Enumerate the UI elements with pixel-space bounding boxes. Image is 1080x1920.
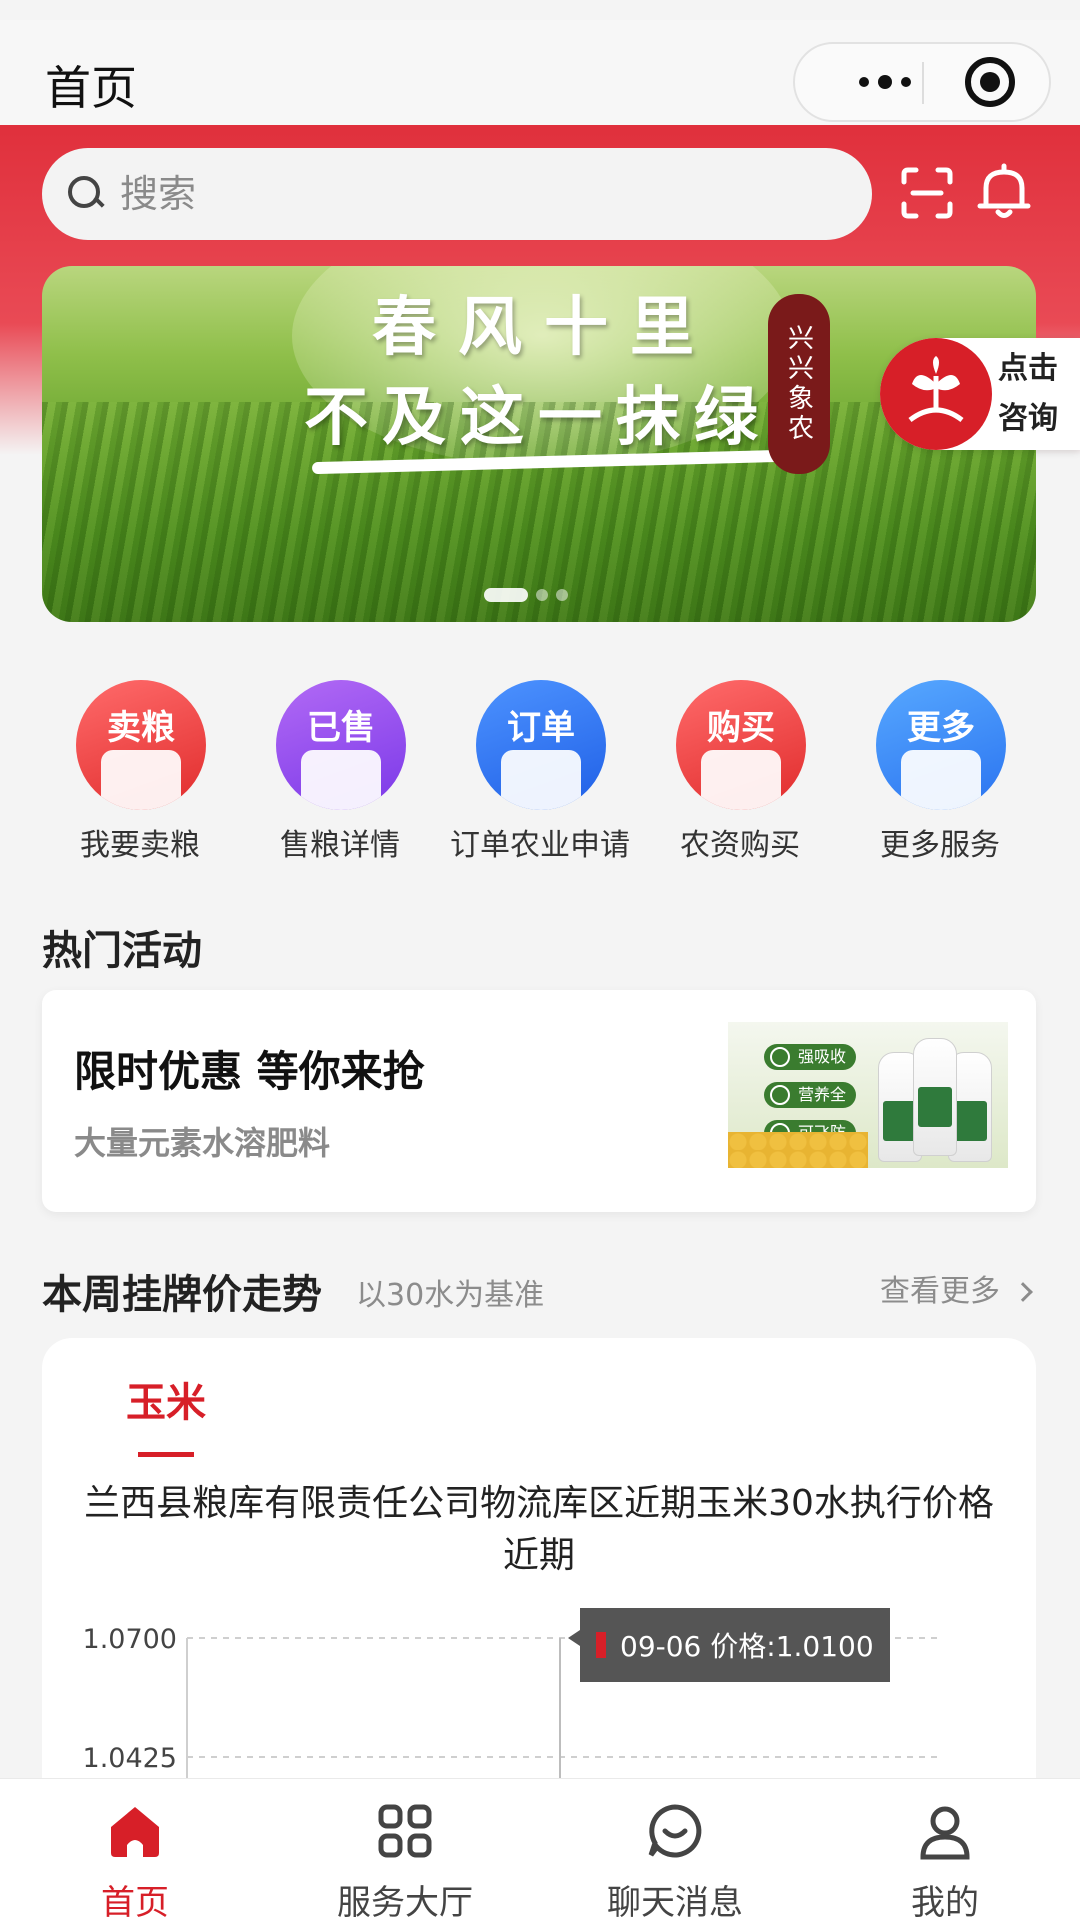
banner-pagination xyxy=(484,588,568,602)
tab-service-hall[interactable]: 服务大厅 xyxy=(270,1779,540,1920)
banner-slogan-line2: 不及这一抹绿 xyxy=(304,380,772,455)
product-tag: 强吸收 xyxy=(764,1044,857,1070)
tab-label: 我的 xyxy=(911,1883,979,1920)
user-icon xyxy=(915,1801,975,1861)
service-more[interactable]: 更多 更多服务 xyxy=(840,680,1040,863)
service-sold-detail[interactable]: 已售 售粮详情 xyxy=(240,680,440,863)
pagination-dot[interactable] xyxy=(536,589,548,601)
sold-detail-icon: 已售 xyxy=(276,680,406,810)
trend-title: 本周挂牌价走势 xyxy=(42,1272,322,1318)
scan-icon[interactable] xyxy=(900,166,954,220)
banner-slogan-line1: 春风十里 xyxy=(372,290,716,365)
view-more-label: 查看更多 xyxy=(880,1274,1000,1309)
top-bar: 首页 xyxy=(0,20,1080,125)
corn-grain-image xyxy=(728,1132,868,1168)
tab-underline xyxy=(138,1452,194,1457)
service-order-apply[interactable]: 订单 订单农业申请 xyxy=(440,680,640,863)
cart-icon: 购买 xyxy=(676,680,806,810)
tab-home[interactable]: 首页 xyxy=(0,1779,270,1920)
tab-corn[interactable]: 玉米 xyxy=(126,1370,206,1428)
product-tag: 营养全 xyxy=(764,1082,857,1108)
page-title: 首页 xyxy=(45,61,137,115)
tab-chat[interactable]: 聊天消息 xyxy=(540,1779,810,1920)
close-target-icon[interactable] xyxy=(965,57,1015,107)
promo-title: 限时优惠 等你来抢 xyxy=(74,1047,425,1096)
home-icon xyxy=(105,1801,165,1861)
service-label: 订单农业申请 xyxy=(450,828,630,863)
tab-mine[interactable]: 我的 xyxy=(810,1779,1080,1920)
search-input[interactable] xyxy=(120,172,820,216)
chart-title: 兰西县粮库有限责任公司物流库区近期玉米30水执行价格近期 xyxy=(84,1483,994,1576)
tooltip-pointer xyxy=(568,1630,580,1646)
tab-label: 服务大厅 xyxy=(337,1883,473,1920)
service-buy-supplies[interactable]: 购买 农资购买 xyxy=(640,680,840,863)
quick-services: 卖粮 我要卖粮 已售 售粮详情 订单 订单农业申请 购买 农资购买 更多 更多服… xyxy=(40,680,1040,863)
trend-subtitle: 以30水为基准 xyxy=(356,1278,545,1313)
consult-button[interactable]: 点击咨询 xyxy=(880,338,1080,450)
search-bar[interactable] xyxy=(42,148,872,240)
service-sell-grain[interactable]: 卖粮 我要卖粮 xyxy=(40,680,240,863)
bell-icon[interactable] xyxy=(976,162,1032,222)
capsule-divider xyxy=(922,62,924,104)
more-menu-icon[interactable] xyxy=(835,44,935,120)
tab-label: 首页 xyxy=(101,1883,169,1920)
sell-grain-icon: 卖粮 xyxy=(76,680,206,810)
tooltip-text: 09-06 价格:1.0100 xyxy=(620,1630,874,1663)
consult-label: 点击咨询 xyxy=(998,351,1058,436)
y-tick-label: 1.0425 xyxy=(83,1743,177,1774)
bottom-tab-bar: 首页 服务大厅 聊天消息 我的 xyxy=(0,1778,1080,1920)
order-apply-icon: 订单 xyxy=(476,680,606,810)
bottle-image xyxy=(913,1038,957,1156)
price-line-chart[interactable]: 1.0700 1.0425 09-06 价格:1.0100 xyxy=(42,1598,1036,1778)
fertilizer-product-image: 强吸收 营养全 可飞防 xyxy=(728,1022,1008,1168)
view-more-link[interactable]: 查看更多 xyxy=(880,1266,1033,1310)
chevron-right-icon xyxy=(1012,1282,1033,1302)
promo-banner[interactable]: 春风十里 不及这一抹绿 兴兴象农 xyxy=(42,266,1036,622)
pagination-dot[interactable] xyxy=(556,589,568,601)
promo-card[interactable]: 限时优惠 等你来抢 大量元素水溶肥料 强吸收 营养全 可飞防 xyxy=(42,990,1036,1212)
brand-leaf-logo-icon xyxy=(880,338,992,450)
banner-seal: 兴兴象农 xyxy=(768,294,830,474)
more-services-icon: 更多 xyxy=(876,680,1006,810)
tooltip-series-marker xyxy=(596,1632,606,1658)
service-label: 售粮详情 xyxy=(280,828,400,863)
service-label: 我要卖粮 xyxy=(80,828,200,863)
y-tick-label: 1.0700 xyxy=(83,1624,177,1655)
tab-label: 聊天消息 xyxy=(607,1883,743,1920)
mini-program-capsule xyxy=(793,42,1051,122)
search-icon xyxy=(68,176,104,212)
hot-activities-title: 热门活动 xyxy=(42,928,202,974)
service-label: 农资购买 xyxy=(680,828,800,863)
service-label: 更多服务 xyxy=(880,828,1000,863)
grid-icon xyxy=(375,1801,435,1861)
pagination-dot-active[interactable] xyxy=(484,588,528,602)
chat-icon xyxy=(645,1801,705,1861)
promo-subtitle: 大量元素水溶肥料 xyxy=(74,1124,331,1162)
